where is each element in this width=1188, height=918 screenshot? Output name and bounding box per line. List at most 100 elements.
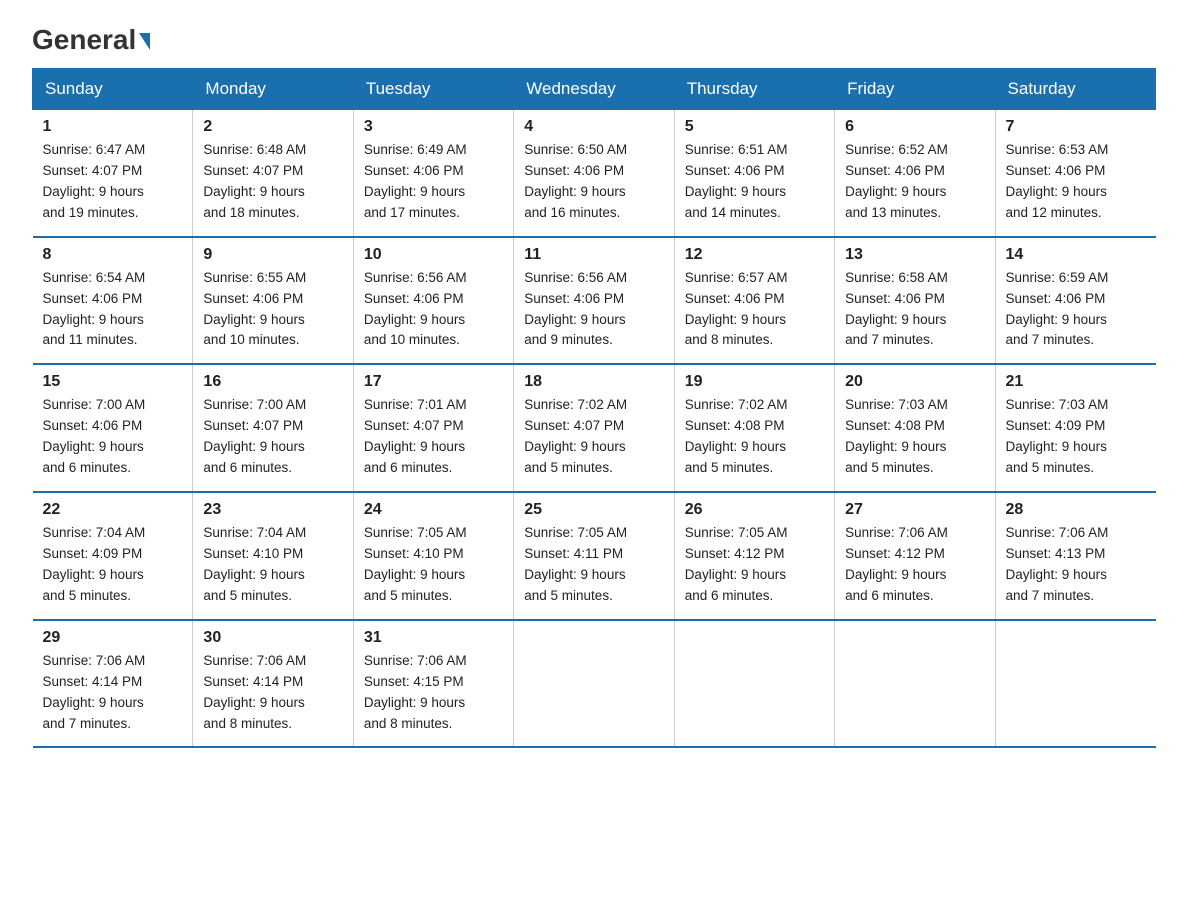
calendar-body: 1 Sunrise: 6:47 AM Sunset: 4:07 PM Dayli…: [33, 110, 1156, 748]
day-number: 27: [845, 501, 984, 519]
day-cell: 21 Sunrise: 7:03 AM Sunset: 4:09 PM Dayl…: [995, 364, 1155, 492]
day-info: Sunrise: 7:00 AM Sunset: 4:07 PM Dayligh…: [203, 395, 342, 479]
day-info: Sunrise: 7:03 AM Sunset: 4:08 PM Dayligh…: [845, 395, 984, 479]
day-info: Sunrise: 6:54 AM Sunset: 4:06 PM Dayligh…: [43, 268, 183, 352]
day-cell: 27 Sunrise: 7:06 AM Sunset: 4:12 PM Dayl…: [835, 492, 995, 620]
header-day-wednesday: Wednesday: [514, 69, 674, 110]
day-cell: 17 Sunrise: 7:01 AM Sunset: 4:07 PM Dayl…: [353, 364, 513, 492]
day-cell: 3 Sunrise: 6:49 AM Sunset: 4:06 PM Dayli…: [353, 110, 513, 237]
day-info: Sunrise: 7:06 AM Sunset: 4:14 PM Dayligh…: [43, 651, 183, 735]
day-number: 20: [845, 373, 984, 391]
day-info: Sunrise: 6:57 AM Sunset: 4:06 PM Dayligh…: [685, 268, 824, 352]
calendar-header: SundayMondayTuesdayWednesdayThursdayFrid…: [33, 69, 1156, 110]
day-info: Sunrise: 7:06 AM Sunset: 4:12 PM Dayligh…: [845, 523, 984, 607]
day-info: Sunrise: 6:51 AM Sunset: 4:06 PM Dayligh…: [685, 140, 824, 224]
day-info: Sunrise: 7:02 AM Sunset: 4:08 PM Dayligh…: [685, 395, 824, 479]
day-info: Sunrise: 7:06 AM Sunset: 4:15 PM Dayligh…: [364, 651, 503, 735]
day-number: 3: [364, 118, 503, 136]
day-cell: 24 Sunrise: 7:05 AM Sunset: 4:10 PM Dayl…: [353, 492, 513, 620]
day-cell: 22 Sunrise: 7:04 AM Sunset: 4:09 PM Dayl…: [33, 492, 193, 620]
day-number: 5: [685, 118, 824, 136]
day-info: Sunrise: 6:49 AM Sunset: 4:06 PM Dayligh…: [364, 140, 503, 224]
day-cell: 7 Sunrise: 6:53 AM Sunset: 4:06 PM Dayli…: [995, 110, 1155, 237]
page-header: General: [32, 24, 1156, 52]
calendar-table: SundayMondayTuesdayWednesdayThursdayFrid…: [32, 68, 1156, 748]
day-cell: 2 Sunrise: 6:48 AM Sunset: 4:07 PM Dayli…: [193, 110, 353, 237]
day-number: 15: [43, 373, 183, 391]
day-number: 30: [203, 629, 342, 647]
day-number: 25: [524, 501, 663, 519]
day-cell: [835, 620, 995, 748]
header-row: SundayMondayTuesdayWednesdayThursdayFrid…: [33, 69, 1156, 110]
day-number: 16: [203, 373, 342, 391]
day-number: 31: [364, 629, 503, 647]
day-number: 1: [43, 118, 183, 136]
day-number: 2: [203, 118, 342, 136]
day-cell: 10 Sunrise: 6:56 AM Sunset: 4:06 PM Dayl…: [353, 237, 513, 365]
day-number: 4: [524, 118, 663, 136]
day-info: Sunrise: 6:50 AM Sunset: 4:06 PM Dayligh…: [524, 140, 663, 224]
day-cell: 5 Sunrise: 6:51 AM Sunset: 4:06 PM Dayli…: [674, 110, 834, 237]
day-info: Sunrise: 6:56 AM Sunset: 4:06 PM Dayligh…: [364, 268, 503, 352]
header-day-saturday: Saturday: [995, 69, 1155, 110]
day-number: 9: [203, 246, 342, 264]
day-cell: 13 Sunrise: 6:58 AM Sunset: 4:06 PM Dayl…: [835, 237, 995, 365]
day-info: Sunrise: 6:58 AM Sunset: 4:06 PM Dayligh…: [845, 268, 984, 352]
header-day-tuesday: Tuesday: [353, 69, 513, 110]
day-info: Sunrise: 7:06 AM Sunset: 4:13 PM Dayligh…: [1006, 523, 1146, 607]
day-cell: 8 Sunrise: 6:54 AM Sunset: 4:06 PM Dayli…: [33, 237, 193, 365]
day-number: 8: [43, 246, 183, 264]
header-day-friday: Friday: [835, 69, 995, 110]
day-cell: 15 Sunrise: 7:00 AM Sunset: 4:06 PM Dayl…: [33, 364, 193, 492]
day-cell: 12 Sunrise: 6:57 AM Sunset: 4:06 PM Dayl…: [674, 237, 834, 365]
day-number: 18: [524, 373, 663, 391]
day-info: Sunrise: 7:05 AM Sunset: 4:11 PM Dayligh…: [524, 523, 663, 607]
day-number: 17: [364, 373, 503, 391]
day-number: 26: [685, 501, 824, 519]
week-row-1: 1 Sunrise: 6:47 AM Sunset: 4:07 PM Dayli…: [33, 110, 1156, 237]
day-cell: [995, 620, 1155, 748]
day-number: 7: [1006, 118, 1146, 136]
day-cell: 26 Sunrise: 7:05 AM Sunset: 4:12 PM Dayl…: [674, 492, 834, 620]
day-number: 24: [364, 501, 503, 519]
day-info: Sunrise: 7:05 AM Sunset: 4:12 PM Dayligh…: [685, 523, 824, 607]
header-day-monday: Monday: [193, 69, 353, 110]
day-cell: 16 Sunrise: 7:00 AM Sunset: 4:07 PM Dayl…: [193, 364, 353, 492]
day-number: 23: [203, 501, 342, 519]
day-number: 14: [1006, 246, 1146, 264]
week-row-3: 15 Sunrise: 7:00 AM Sunset: 4:06 PM Dayl…: [33, 364, 1156, 492]
day-cell: 14 Sunrise: 6:59 AM Sunset: 4:06 PM Dayl…: [995, 237, 1155, 365]
day-info: Sunrise: 7:02 AM Sunset: 4:07 PM Dayligh…: [524, 395, 663, 479]
day-info: Sunrise: 6:52 AM Sunset: 4:06 PM Dayligh…: [845, 140, 984, 224]
day-info: Sunrise: 7:01 AM Sunset: 4:07 PM Dayligh…: [364, 395, 503, 479]
day-info: Sunrise: 6:56 AM Sunset: 4:06 PM Dayligh…: [524, 268, 663, 352]
day-info: Sunrise: 6:55 AM Sunset: 4:06 PM Dayligh…: [203, 268, 342, 352]
day-info: Sunrise: 7:06 AM Sunset: 4:14 PM Dayligh…: [203, 651, 342, 735]
day-number: 22: [43, 501, 183, 519]
day-cell: 31 Sunrise: 7:06 AM Sunset: 4:15 PM Dayl…: [353, 620, 513, 748]
logo-general: General: [32, 24, 150, 56]
day-cell: 18 Sunrise: 7:02 AM Sunset: 4:07 PM Dayl…: [514, 364, 674, 492]
day-cell: 29 Sunrise: 7:06 AM Sunset: 4:14 PM Dayl…: [33, 620, 193, 748]
day-cell: 19 Sunrise: 7:02 AM Sunset: 4:08 PM Dayl…: [674, 364, 834, 492]
day-number: 12: [685, 246, 824, 264]
day-info: Sunrise: 7:04 AM Sunset: 4:09 PM Dayligh…: [43, 523, 183, 607]
day-cell: 25 Sunrise: 7:05 AM Sunset: 4:11 PM Dayl…: [514, 492, 674, 620]
day-info: Sunrise: 6:53 AM Sunset: 4:06 PM Dayligh…: [1006, 140, 1146, 224]
header-day-thursday: Thursday: [674, 69, 834, 110]
day-cell: 30 Sunrise: 7:06 AM Sunset: 4:14 PM Dayl…: [193, 620, 353, 748]
week-row-5: 29 Sunrise: 7:06 AM Sunset: 4:14 PM Dayl…: [33, 620, 1156, 748]
day-number: 19: [685, 373, 824, 391]
day-cell: 6 Sunrise: 6:52 AM Sunset: 4:06 PM Dayli…: [835, 110, 995, 237]
day-info: Sunrise: 7:00 AM Sunset: 4:06 PM Dayligh…: [43, 395, 183, 479]
day-cell: 20 Sunrise: 7:03 AM Sunset: 4:08 PM Dayl…: [835, 364, 995, 492]
day-info: Sunrise: 7:05 AM Sunset: 4:10 PM Dayligh…: [364, 523, 503, 607]
day-cell: 4 Sunrise: 6:50 AM Sunset: 4:06 PM Dayli…: [514, 110, 674, 237]
day-cell: 9 Sunrise: 6:55 AM Sunset: 4:06 PM Dayli…: [193, 237, 353, 365]
week-row-2: 8 Sunrise: 6:54 AM Sunset: 4:06 PM Dayli…: [33, 237, 1156, 365]
header-day-sunday: Sunday: [33, 69, 193, 110]
day-number: 10: [364, 246, 503, 264]
day-number: 6: [845, 118, 984, 136]
day-number: 28: [1006, 501, 1146, 519]
day-cell: 1 Sunrise: 6:47 AM Sunset: 4:07 PM Dayli…: [33, 110, 193, 237]
